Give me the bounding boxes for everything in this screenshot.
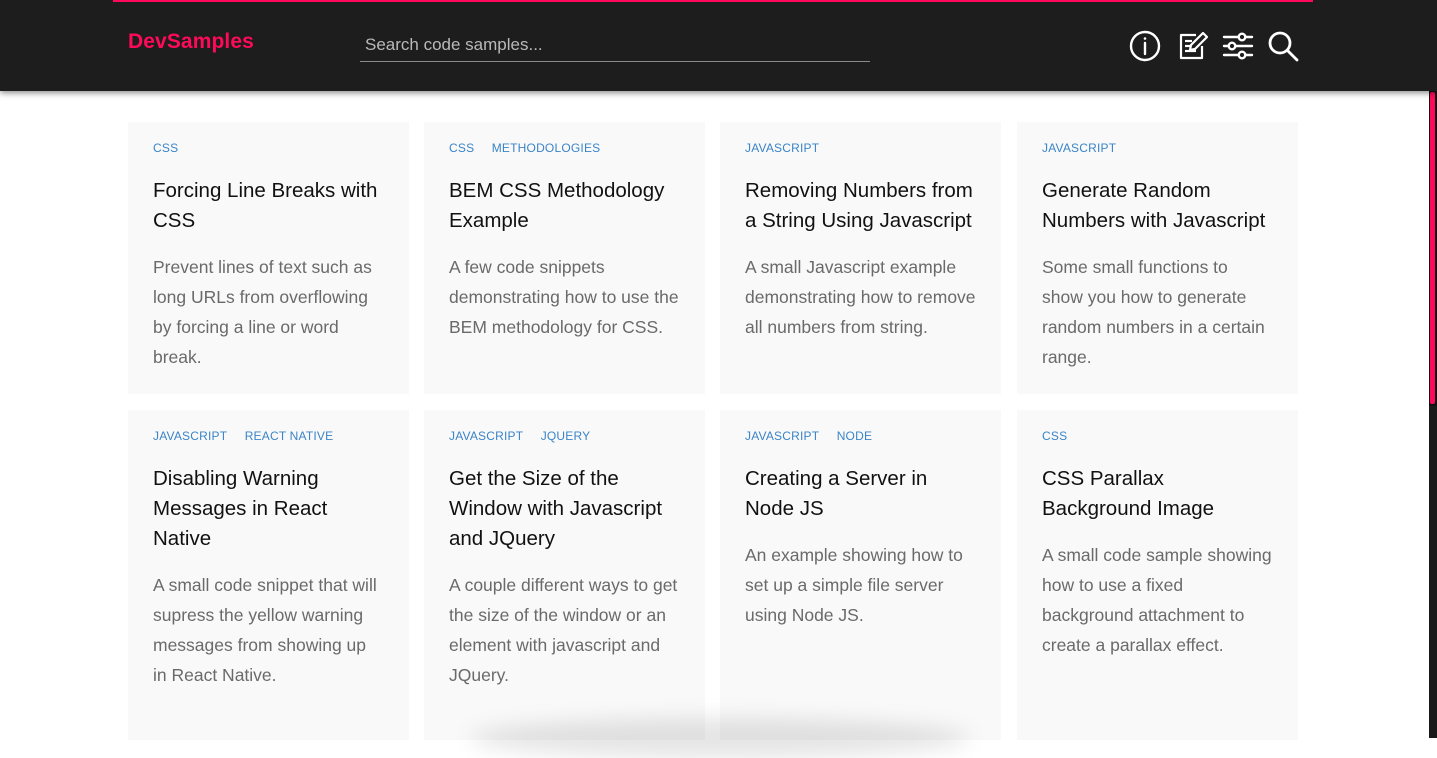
card-title[interactable]: BEM CSS Methodology Example [449, 176, 680, 236]
info-icon[interactable] [1128, 29, 1162, 63]
card-title[interactable]: Forcing Line Breaks with CSS [153, 176, 384, 236]
sample-card[interactable]: JAVASCRIPT REACT NATIVE Disabling Warnin… [128, 410, 409, 740]
sample-card[interactable]: JAVASCRIPT NODE Creating a Server in Nod… [720, 410, 1001, 740]
card-title[interactable]: Disabling Warning Messages in React Nati… [153, 464, 384, 554]
tag[interactable]: JAVASCRIPT [745, 140, 819, 156]
tag[interactable]: JQUERY [541, 428, 591, 444]
sample-card[interactable]: CSS METHODOLOGIES BEM CSS Methodology Ex… [424, 122, 705, 394]
card-title[interactable]: Creating a Server in Node JS [745, 464, 976, 524]
card-description: An example showing how to set up a simpl… [745, 545, 963, 625]
search-bar [360, 30, 870, 62]
card-title[interactable]: Get the Size of the Window with Javascri… [449, 464, 680, 554]
card-description: A couple different ways to get the size … [449, 575, 678, 685]
scrollbar-track-lower [1429, 406, 1437, 738]
floating-shadow [470, 718, 970, 758]
sample-card[interactable]: CSS Forcing Line Breaks with CSS Prevent… [128, 122, 409, 394]
card-description: A small code snippet that will supress t… [153, 575, 377, 685]
card-tags: JAVASCRIPT REACT NATIVE [153, 428, 384, 444]
card-tags: JAVASCRIPT JQUERY [449, 428, 680, 444]
header: DevSamples [0, 0, 1437, 91]
scrollbar-thumb[interactable] [1430, 92, 1435, 404]
card-description: A few code snippets demonstrating how to… [449, 257, 679, 337]
tag[interactable]: JAVASCRIPT [449, 428, 523, 444]
tag[interactable]: CSS [1042, 428, 1067, 444]
card-title[interactable]: Generate Random Numbers with Javascript [1042, 176, 1273, 236]
sample-card[interactable]: JAVASCRIPT JQUERY Get the Size of the Wi… [424, 410, 705, 740]
tag[interactable]: REACT NATIVE [245, 428, 334, 444]
card-description: A small Javascript example demonstrating… [745, 257, 976, 337]
search-icon[interactable] [1266, 29, 1300, 63]
tag[interactable]: NODE [837, 428, 872, 444]
card-title[interactable]: CSS Parallax Background Image [1042, 464, 1273, 524]
card-tags: CSS [153, 140, 384, 156]
sample-card[interactable]: CSS CSS Parallax Background Image A smal… [1017, 410, 1298, 740]
card-tags: JAVASCRIPT [1042, 140, 1273, 156]
card-description: Some small functions to show you how to … [1042, 257, 1265, 367]
card-tags: JAVASCRIPT [745, 140, 976, 156]
scrollbar[interactable] [1429, 0, 1437, 738]
card-tags: JAVASCRIPT NODE [745, 428, 976, 444]
card-description: A small code sample showing how to use a… [1042, 545, 1272, 655]
sample-card[interactable]: JAVASCRIPT Generate Random Numbers with … [1017, 122, 1298, 394]
card-tags: CSS METHODOLOGIES [449, 140, 680, 156]
card-tags: CSS [1042, 428, 1273, 444]
search-input[interactable] [360, 30, 865, 60]
tag[interactable]: JAVASCRIPT [745, 428, 819, 444]
tag[interactable]: JAVASCRIPT [153, 428, 227, 444]
tag[interactable]: JAVASCRIPT [1042, 140, 1116, 156]
tag[interactable]: METHODOLOGIES [492, 140, 601, 156]
card-title[interactable]: Removing Numbers from a String Using Jav… [745, 176, 976, 236]
accent-line [113, 0, 1313, 2]
edit-icon[interactable] [1176, 29, 1210, 63]
tag[interactable]: CSS [449, 140, 474, 156]
tag[interactable]: CSS [153, 140, 178, 156]
card-description: Prevent lines of text such as long URLs … [153, 257, 372, 367]
logo[interactable]: DevSamples [128, 30, 254, 54]
sliders-icon[interactable] [1221, 29, 1255, 63]
sample-card[interactable]: JAVASCRIPT Removing Numbers from a Strin… [720, 122, 1001, 394]
